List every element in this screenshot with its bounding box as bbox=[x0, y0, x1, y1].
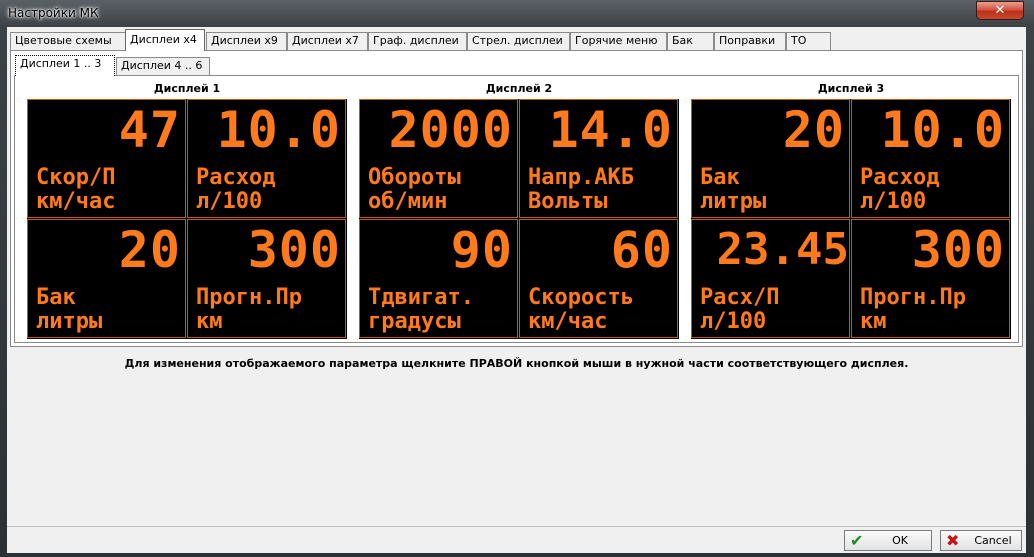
button-bar: ✔ OK ✖ Cancel bbox=[7, 526, 1026, 553]
cell-param-unit: км/час bbox=[528, 309, 608, 334]
title-bar[interactable]: Настройки МК ✕ bbox=[0, 0, 1034, 26]
cell-param-unit: л/100 bbox=[860, 189, 927, 214]
subtab-displays-4-6[interactable]: Дисплеи 4 .. 6 bbox=[116, 57, 210, 75]
display-1-cell-bottom-right[interactable]: 300 Прогн.Пр км bbox=[187, 219, 346, 338]
cancel-button[interactable]: ✖ Cancel bbox=[940, 530, 1022, 551]
cell-value: 23.45 bbox=[716, 224, 849, 275]
cell-param-unit: л/100 bbox=[196, 189, 263, 214]
tab-maintenance[interactable]: ТО bbox=[786, 32, 831, 50]
cell-param-name: Расход bbox=[196, 165, 276, 190]
tab-graph-displays[interactable]: Граф. дисплеи bbox=[368, 32, 467, 50]
subtab-displays-1-3[interactable]: Дисплеи 1 .. 3 bbox=[15, 55, 115, 76]
cell-param-unit: литры bbox=[700, 189, 767, 214]
cell-value: 10.0 bbox=[880, 101, 1005, 159]
tab-gauge-displays[interactable]: Стрел. дисплеи bbox=[467, 32, 570, 50]
ok-button-label: OK bbox=[892, 534, 908, 547]
cell-param-name: Расх/П bbox=[700, 285, 780, 310]
cell-param-name: Скорость bbox=[528, 285, 634, 310]
tab-tank[interactable]: Бак bbox=[667, 32, 714, 50]
cancel-button-label: Cancel bbox=[974, 534, 1012, 547]
hint-text: Для изменения отображаемого параметра ще… bbox=[124, 357, 909, 370]
display-1-cell-bottom-left[interactable]: 20 Бак литры bbox=[27, 219, 186, 338]
display-1-label: Дисплей 1 bbox=[153, 82, 221, 95]
cell-value: 47 bbox=[118, 101, 181, 159]
cell-value: 2000 bbox=[388, 101, 513, 159]
display-3-cell-bottom-right[interactable]: 300 Прогн.Пр км bbox=[851, 219, 1010, 338]
close-icon: ✕ bbox=[994, 3, 1006, 18]
cell-param-name: Тдвигат. bbox=[368, 285, 474, 310]
display-2: 2000 Обороты об/мин 14.0 Напр.АКБ Вольты… bbox=[359, 99, 679, 339]
displays-panel: Дисплей 1 47 Скор/П км/час 10.0 Расход л… bbox=[14, 75, 1019, 343]
tab-displays-x4[interactable]: Дисплеи x4 bbox=[125, 29, 205, 51]
dialog-client-area: Цветовые схемы Дисплеи x4 Дисплеи x9 Дис… bbox=[7, 27, 1026, 553]
close-button[interactable]: ✕ bbox=[976, 1, 1024, 20]
ok-button[interactable]: ✔ OK bbox=[844, 530, 932, 551]
tab-panel-displays-x4: Дисплеи 1 .. 3 Дисплеи 4 .. 6 Дисплей 1 … bbox=[10, 50, 1023, 347]
display-1-cell-top-right[interactable]: 10.0 Расход л/100 bbox=[187, 99, 346, 218]
cell-value: 14.0 bbox=[548, 101, 673, 159]
tab-color-schemes[interactable]: Цветовые схемы bbox=[10, 32, 126, 50]
cross-icon: ✖ bbox=[946, 531, 960, 550]
cell-value: 90 bbox=[450, 221, 513, 279]
display-2-cell-bottom-left[interactable]: 90 Тдвигат. градусы bbox=[359, 219, 518, 338]
cell-value: 60 bbox=[610, 221, 673, 279]
cell-param-unit: км bbox=[196, 309, 223, 334]
cell-param-name: Напр.АКБ bbox=[528, 165, 634, 190]
window-title: Настройки МК bbox=[8, 6, 99, 20]
display-2-cell-top-right[interactable]: 14.0 Напр.АКБ Вольты bbox=[519, 99, 678, 218]
display-3-cell-top-right[interactable]: 10.0 Расход л/100 bbox=[851, 99, 1010, 218]
cell-param-unit: литры bbox=[36, 309, 103, 334]
cell-value: 300 bbox=[247, 221, 341, 279]
cell-value: 300 bbox=[911, 221, 1005, 279]
cell-param-name: Бак bbox=[36, 285, 76, 310]
cell-value: 20 bbox=[118, 221, 181, 279]
cell-param-unit: об/мин bbox=[368, 189, 448, 214]
cell-param-name: Прогн.Пр bbox=[196, 285, 302, 310]
tab-hot-menus[interactable]: Горячие меню bbox=[570, 32, 667, 50]
cell-param-name: Скор/П bbox=[36, 165, 116, 190]
display-2-cell-top-left[interactable]: 2000 Обороты об/мин bbox=[359, 99, 518, 218]
cell-param-name: Расход bbox=[860, 165, 940, 190]
cell-param-unit: л/100 bbox=[700, 309, 767, 334]
tab-corrections[interactable]: Поправки bbox=[714, 32, 786, 50]
cell-param-name: Бак bbox=[700, 165, 740, 190]
cell-param-unit: км bbox=[860, 309, 887, 334]
display-3-cell-top-left[interactable]: 20 Бак литры bbox=[691, 99, 850, 218]
cell-param-unit: градусы bbox=[368, 309, 461, 334]
cell-param-unit: км/час bbox=[36, 189, 116, 214]
display-2-label: Дисплей 2 bbox=[485, 82, 553, 95]
cell-param-name: Обороты bbox=[368, 165, 461, 190]
display-3-cell-bottom-left[interactable]: 23.45 Расх/П л/100 bbox=[691, 219, 850, 338]
display-3: 20 Бак литры 10.0 Расход л/100 23.45 Рас… bbox=[691, 99, 1011, 339]
cell-value: 10.0 bbox=[216, 101, 341, 159]
dialog-window: Настройки МК ✕ Цветовые схемы Дисплеи x4… bbox=[0, 0, 1034, 557]
checkmark-icon: ✔ bbox=[850, 531, 864, 550]
cell-param-name: Прогн.Пр bbox=[860, 285, 966, 310]
display-1: 47 Скор/П км/час 10.0 Расход л/100 20 Ба… bbox=[27, 99, 347, 339]
display-2-cell-bottom-right[interactable]: 60 Скорость км/час bbox=[519, 219, 678, 338]
cell-param-unit: Вольты bbox=[528, 189, 608, 214]
display-3-label: Дисплей 3 bbox=[817, 82, 885, 95]
cell-value: 20 bbox=[782, 101, 845, 159]
tab-displays-x9[interactable]: Дисплеи x9 bbox=[206, 32, 287, 50]
tab-displays-x7[interactable]: Дисплеи x7 bbox=[287, 32, 368, 50]
display-1-cell-top-left[interactable]: 47 Скор/П км/час bbox=[27, 99, 186, 218]
